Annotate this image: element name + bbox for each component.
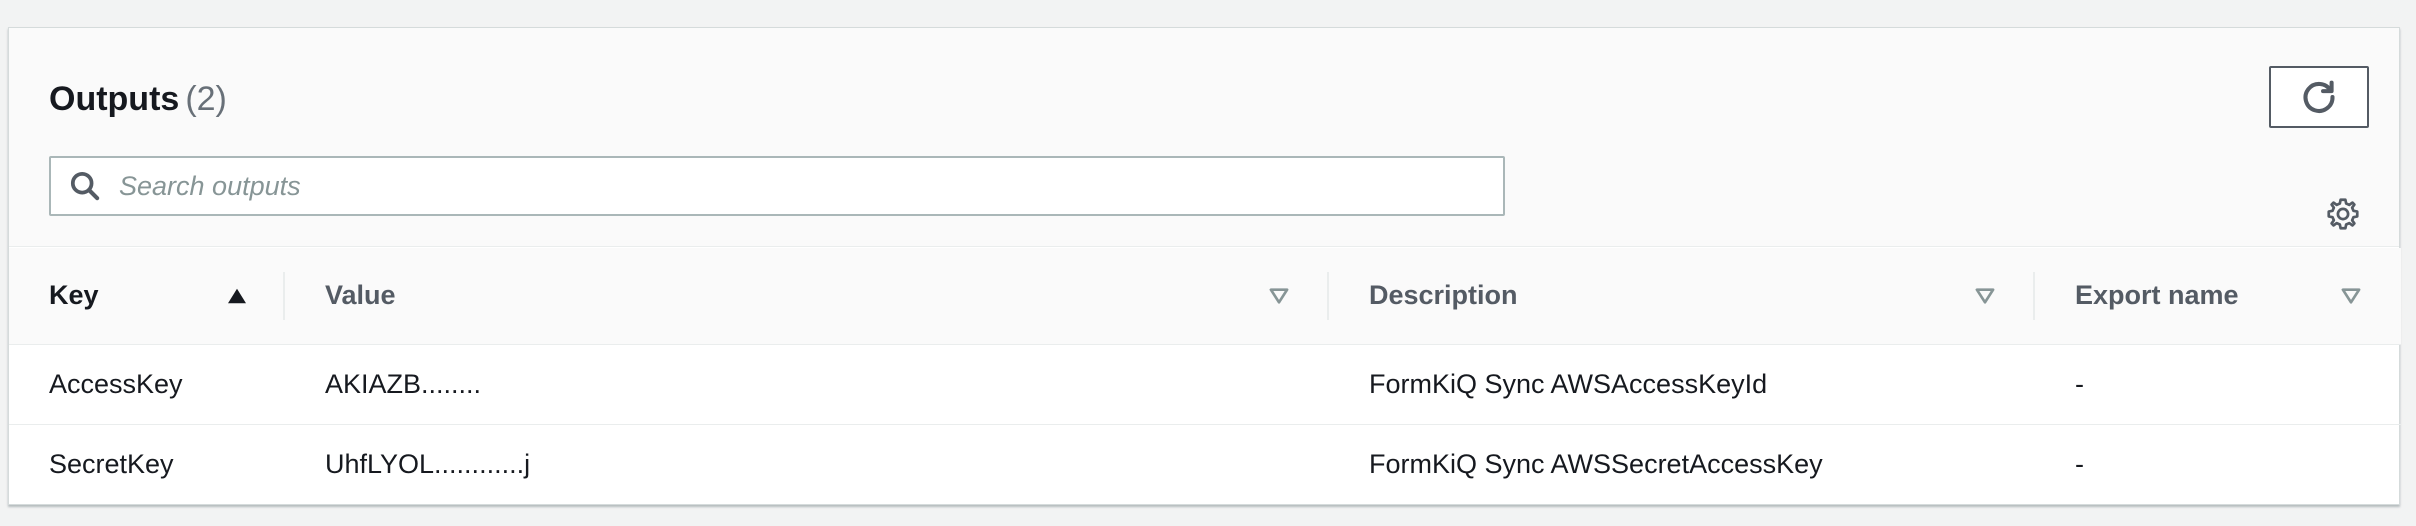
preferences-button[interactable] — [2323, 194, 2363, 234]
column-header-description[interactable]: Description — [1329, 248, 2035, 345]
search-field[interactable] — [49, 156, 1505, 216]
gear-icon — [2327, 198, 2359, 230]
column-header-key[interactable]: Key — [9, 248, 285, 345]
column-label: Value — [325, 280, 396, 311]
page-title: Outputs (2) — [49, 76, 227, 124]
cell-export-name: - — [2075, 448, 2084, 479]
table-row: SecretKey UhfLYOL............j FormKiQ S… — [9, 424, 2401, 504]
table-header-row: Key Value Description Export name — [9, 248, 2401, 345]
cell-key: SecretKey — [49, 448, 174, 479]
column-label: Export name — [2075, 280, 2239, 311]
sort-caret-icon[interactable] — [2339, 284, 2363, 308]
cell-value: AKIAZB........ — [285, 344, 1329, 425]
sort-caret-icon[interactable] — [1973, 284, 1997, 308]
column-header-export-name[interactable]: Export name — [2035, 248, 2401, 345]
sort-caret-icon[interactable] — [1267, 284, 1291, 308]
table-row: AccessKey AKIAZB........ FormKiQ Sync AW… — [9, 344, 2401, 425]
cell-export-name: - — [2035, 344, 2401, 425]
search-icon — [69, 170, 101, 202]
cell-description: FormKiQ Sync AWSAccessKeyId — [1329, 344, 2035, 425]
refresh-icon — [2303, 80, 2335, 113]
column-label: Description — [1369, 280, 1518, 311]
title-text: Outputs — [49, 80, 180, 118]
cell-key: AccessKey — [9, 344, 285, 425]
cell-value: UhfLYOL............j — [325, 448, 531, 479]
outputs-header: Outputs (2) — [9, 28, 2399, 247]
sort-ascending-icon[interactable] — [225, 284, 249, 308]
outputs-table: Key Value Description Export name Access… — [9, 248, 2401, 504]
cell-description: FormKiQ Sync AWSSecretAccessKey — [1369, 448, 1823, 479]
search-input[interactable] — [119, 170, 1469, 202]
refresh-button[interactable] — [2269, 66, 2369, 128]
outputs-panel: Outputs (2) Search outputs Key Value Des… — [8, 27, 2401, 505]
column-header-value[interactable]: Value — [285, 248, 1329, 345]
column-label: Key — [49, 280, 99, 311]
output-count: (2) — [185, 80, 227, 118]
